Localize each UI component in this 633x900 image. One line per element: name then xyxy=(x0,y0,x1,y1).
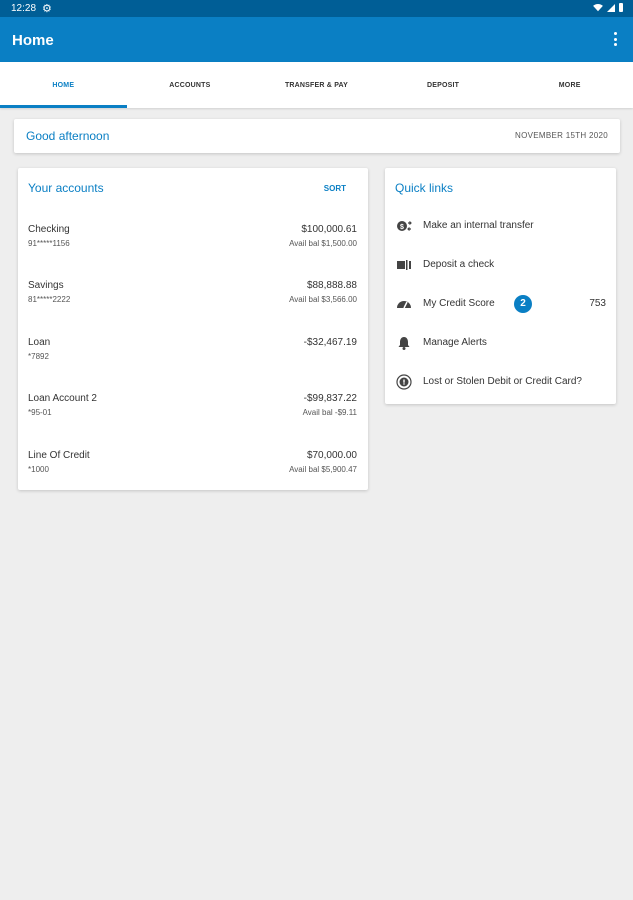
greeting-text: Good afternoon xyxy=(26,129,110,143)
quick-link-label: Make an internal transfer xyxy=(423,220,534,231)
more-vert-icon[interactable] xyxy=(613,32,617,46)
account-name: Savings xyxy=(28,280,64,291)
wifi-icon xyxy=(593,4,603,12)
battery-icon xyxy=(619,3,623,12)
tab-accounts[interactable]: ACCOUNTS xyxy=(127,62,254,108)
quick-links-title: Quick links xyxy=(395,181,454,195)
info-icon xyxy=(396,374,412,390)
credit-score-badge: 2 xyxy=(514,295,532,313)
tab-deposit[interactable]: DEPOSIT xyxy=(380,62,507,108)
tab-more[interactable]: MORE xyxy=(506,62,633,108)
account-available: Avail bal $5,900.47 xyxy=(289,465,357,474)
account-balance: $88,888.88 xyxy=(306,280,357,291)
quick-link-lost-card[interactable]: Lost or Stolen Debit or Credit Card? xyxy=(385,368,616,398)
status-bar: 12:28 ⚙ xyxy=(0,0,633,17)
tab-bar: HOME ACCOUNTS TRANSFER & PAY DEPOSIT MOR… xyxy=(0,62,633,108)
quick-link-deposit-check[interactable]: Deposit a check xyxy=(385,251,616,281)
account-available: Avail bal $3,566.00 xyxy=(289,295,357,304)
transfer-icon: $ xyxy=(396,218,412,234)
account-row-savings[interactable]: Savings 81*****2222 $88,888.88 Avail bal… xyxy=(18,280,368,330)
quick-link-label: My Credit Score xyxy=(423,298,495,309)
account-row-loan[interactable]: Loan *7892 -$32,467.19 xyxy=(18,337,368,387)
system-icons xyxy=(593,3,623,12)
check-deposit-icon xyxy=(396,257,412,273)
account-balance: -$32,467.19 xyxy=(303,337,357,348)
quick-link-label: Deposit a check xyxy=(423,259,495,270)
quick-link-label: Manage Alerts xyxy=(423,337,487,348)
app-bar: Home xyxy=(0,17,633,62)
account-balance: $100,000.61 xyxy=(301,224,357,235)
tab-home[interactable]: HOME xyxy=(0,62,127,108)
account-name: Checking xyxy=(28,224,70,235)
account-number: 81*****2222 xyxy=(28,295,71,304)
bell-icon xyxy=(396,335,412,351)
date-text: NOVEMBER 15TH 2020 xyxy=(515,131,608,140)
quick-link-label: Lost or Stolen Debit or Credit Card? xyxy=(423,376,582,387)
quick-link-credit-score[interactable]: My Credit Score 2 753 xyxy=(385,290,616,320)
account-row-line-of-credit[interactable]: Line Of Credit *1000 $70,000.00 Avail ba… xyxy=(18,450,368,500)
account-name: Line Of Credit xyxy=(28,450,90,461)
account-name: Loan Account 2 xyxy=(28,393,97,404)
account-number: *7892 xyxy=(28,352,49,361)
quick-link-manage-alerts[interactable]: Manage Alerts xyxy=(385,329,616,359)
gear-icon: ⚙ xyxy=(42,3,52,15)
signal-icon xyxy=(607,3,615,12)
account-number: *1000 xyxy=(28,465,49,474)
speedometer-icon xyxy=(396,296,412,312)
status-time: 12:28 xyxy=(11,3,37,14)
accounts-card: Your accounts SORT Checking 91*****1156 … xyxy=(18,168,368,490)
page-title: Home xyxy=(12,32,54,49)
account-available: Avail bal -$9.11 xyxy=(302,408,357,417)
account-row-checking[interactable]: Checking 91*****1156 $100,000.61 Avail b… xyxy=(18,224,368,274)
greeting-card: Good afternoon NOVEMBER 15TH 2020 xyxy=(14,119,620,153)
credit-score-value: 753 xyxy=(589,298,606,309)
quick-links-card: Quick links $ Make an internal transfer … xyxy=(385,168,616,404)
quick-link-internal-transfer[interactable]: $ Make an internal transfer xyxy=(385,212,616,242)
account-row-loan-account-2[interactable]: Loan Account 2 *95-01 -$99,837.22 Avail … xyxy=(18,393,368,443)
account-available: Avail bal $1,500.00 xyxy=(289,239,357,248)
svg-text:$: $ xyxy=(400,224,404,231)
tab-transfer-pay[interactable]: TRANSFER & PAY xyxy=(253,62,380,108)
account-name: Loan xyxy=(28,337,51,348)
account-balance: -$99,837.22 xyxy=(303,393,357,404)
account-number: 91*****1156 xyxy=(28,239,70,248)
accounts-title: Your accounts xyxy=(28,181,104,195)
account-balance: $70,000.00 xyxy=(306,450,357,461)
account-number: *95-01 xyxy=(28,408,52,417)
sort-button[interactable]: SORT xyxy=(324,184,346,193)
